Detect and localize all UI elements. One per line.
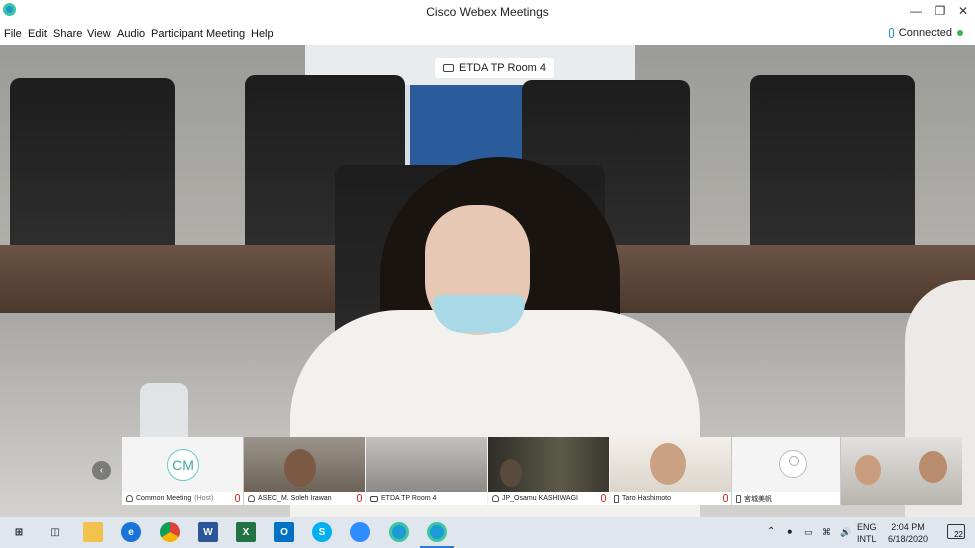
- start-icon[interactable]: ⊞: [9, 522, 29, 542]
- keyboard-layout: INTL: [857, 534, 877, 544]
- muted-mic-icon: [723, 494, 728, 502]
- menu-edit[interactable]: Edit: [28, 28, 47, 40]
- participant-initials-avatar: CM: [167, 449, 199, 481]
- task-view-icon[interactable]: ◫: [45, 522, 65, 542]
- participant-name: ASEC_M. Soleh Irawan: [258, 495, 332, 502]
- menu-share[interactable]: Share: [53, 28, 82, 40]
- share-screen-icon: [443, 64, 454, 72]
- active-room-label: ETDA TP Room 4: [435, 58, 555, 78]
- restore-icon[interactable]: ❐: [929, 2, 951, 20]
- participant-label: Taro Hashimoto: [610, 492, 731, 505]
- participant-name: ETDA TP Room 4: [381, 495, 437, 502]
- participant-tile[interactable]: Taro Hashimoto: [610, 437, 731, 505]
- room-label-text: ETDA TP Room 4: [459, 62, 547, 74]
- clock-date: 6/18/2020: [887, 534, 929, 544]
- participant-name: 宮城美帆: [744, 495, 772, 503]
- participant-face: [855, 455, 881, 485]
- participant-tile[interactable]: CM Common Meeting (Host): [122, 437, 243, 505]
- title-bar: Cisco Webex Meetings — ❐ ✕: [0, 0, 975, 24]
- menu-file[interactable]: File: [4, 28, 22, 40]
- language-indicator[interactable]: ENG INTL: [857, 521, 877, 545]
- menu-audio[interactable]: Audio: [117, 28, 145, 40]
- skype-icon[interactable]: S: [312, 522, 332, 542]
- close-icon[interactable]: ✕: [952, 2, 974, 20]
- muted-mic-icon: [235, 494, 240, 502]
- webex-icon[interactable]: [389, 522, 409, 542]
- excel-icon[interactable]: X: [236, 522, 256, 542]
- window-title: Cisco Webex Meetings: [426, 5, 549, 19]
- participant-role: (Host): [194, 495, 214, 502]
- connection-status[interactable]: Connected: [888, 27, 963, 39]
- microphone-tray-icon[interactable]: ⚫: [786, 526, 794, 538]
- participant-tile[interactable]: ETDA TP Room 4: [366, 437, 487, 505]
- zoom-icon[interactable]: [350, 522, 370, 542]
- headset-icon: [248, 495, 255, 502]
- participant-label: ETDA TP Room 4: [366, 492, 487, 505]
- battery-icon[interactable]: ▭: [804, 526, 813, 538]
- participant-tile[interactable]: ASEC_M. Soleh Irawan: [244, 437, 365, 505]
- video-chair: [10, 78, 175, 258]
- clock[interactable]: 2:04 PM 6/18/2020: [884, 521, 932, 545]
- word-icon[interactable]: W: [198, 522, 218, 542]
- menu-meeting[interactable]: Meeting: [206, 28, 245, 40]
- headset-icon: [492, 495, 499, 502]
- menu-participant[interactable]: Participant: [151, 28, 203, 40]
- clock-time: 2:04 PM: [891, 522, 925, 532]
- participant-label: 宮城美帆: [732, 492, 840, 505]
- menu-view[interactable]: View: [87, 28, 111, 40]
- participant-tile[interactable]: 宮城美帆: [732, 437, 840, 505]
- file-explorer-icon[interactable]: [83, 522, 103, 542]
- connected-dot-icon: [957, 30, 963, 36]
- phone-icon: [736, 494, 741, 503]
- participant-label: JP_Osamu KASHIWAGI: [488, 492, 609, 505]
- participant-face: [919, 451, 947, 483]
- volume-icon[interactable]: 🔊: [840, 526, 851, 538]
- participant-tile[interactable]: JP_Osamu KASHIWAGI: [488, 437, 609, 505]
- participant-face: [500, 459, 522, 487]
- participant-label: Common Meeting (Host): [122, 492, 243, 505]
- notification-count: 22: [954, 530, 963, 539]
- default-avatar-icon: [779, 450, 807, 478]
- muted-mic-icon: [357, 494, 362, 502]
- speaker-mask: [433, 295, 525, 333]
- participant-name: Common Meeting: [136, 495, 192, 502]
- microphone-icon: [888, 28, 894, 38]
- windows-taskbar: ⊞ ◫ e W X O S ⌃ ⚫ ▭ ⌘ 🔊 ENG INTL 2:04 PM…: [0, 517, 975, 548]
- chrome-icon[interactable]: [160, 522, 180, 542]
- language-code: ENG: [857, 522, 877, 532]
- participant-name: JP_Osamu KASHIWAGI: [502, 495, 578, 502]
- share-screen-icon: [370, 495, 378, 502]
- participant-face: [650, 443, 686, 485]
- notifications-icon[interactable]: 22: [947, 524, 965, 539]
- participant-name: Taro Hashimoto: [622, 495, 672, 502]
- headset-icon: [126, 495, 133, 502]
- participant-label: ASEC_M. Soleh Irawan: [244, 492, 365, 505]
- muted-mic-icon: [601, 494, 606, 502]
- video-chair: [750, 75, 915, 260]
- water-bottle: [140, 383, 188, 443]
- previous-participants-button[interactable]: ‹: [92, 461, 111, 480]
- wifi-icon[interactable]: ⌘: [822, 526, 831, 538]
- outlook-icon[interactable]: O: [274, 522, 294, 542]
- menu-bar: File Edit Share View Audio Participant M…: [0, 24, 975, 45]
- show-hidden-icons-icon[interactable]: ⌃: [767, 526, 775, 538]
- menu-help[interactable]: Help: [251, 28, 274, 40]
- participant-tile[interactable]: [841, 437, 962, 505]
- phone-icon: [614, 494, 619, 503]
- participant-strip: CM Common Meeting (Host) ASEC_M. Soleh I…: [122, 437, 964, 505]
- participant-face: [284, 449, 316, 487]
- minimize-icon[interactable]: —: [905, 2, 927, 20]
- edge-icon[interactable]: e: [121, 522, 141, 542]
- webex-window: Cisco Webex Meetings — ❐ ✕ File Edit Sha…: [0, 0, 975, 517]
- connection-status-label: Connected: [898, 27, 952, 39]
- webex-meetings-icon[interactable]: [427, 522, 447, 542]
